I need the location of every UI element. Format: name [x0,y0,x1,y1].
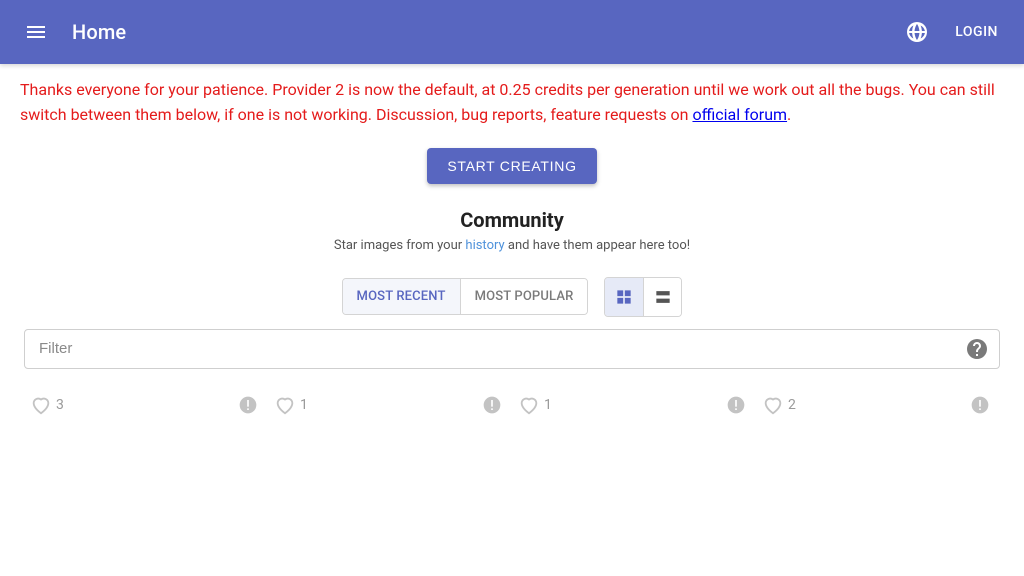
app-bar: Home LOGIN [0,0,1024,64]
sort-toggle-group: MOST RECENT MOST POPULAR [342,278,589,315]
sort-most-popular[interactable]: MOST POPULAR [460,279,588,314]
view-list-button[interactable] [643,278,681,316]
login-button[interactable]: LOGIN [945,16,1008,48]
announcement-link[interactable]: official forum [692,105,787,124]
heart-icon[interactable] [30,394,52,416]
report-icon[interactable] [482,395,502,415]
list-icon [653,287,673,307]
filter-input[interactable] [25,340,965,357]
report-icon[interactable] [970,395,990,415]
view-grid-button[interactable] [605,278,643,316]
community-card: 1 [512,385,756,425]
report-icon[interactable] [238,395,258,415]
community-card: 3 [24,385,268,425]
grid-icon [614,287,634,307]
community-cards-row: 3 1 1 2 [0,375,1024,425]
help-icon[interactable] [965,337,989,361]
community-heading: Community [0,208,1024,232]
start-creating-button[interactable]: START CREATING [427,148,596,184]
page-title: Home [72,20,126,44]
community-card: 1 [268,385,512,425]
announcement-text: Thanks everyone for your patience. Provi… [20,80,995,124]
report-icon[interactable] [726,395,746,415]
filter-field [24,329,1000,369]
like-count: 3 [56,397,64,413]
view-toggle-group [604,277,682,317]
like-count: 2 [788,397,796,413]
language-button[interactable] [897,12,937,52]
heart-icon[interactable] [274,394,296,416]
like-count: 1 [300,397,308,413]
heart-icon[interactable] [762,394,784,416]
heart-icon[interactable] [518,394,540,416]
globe-icon [905,20,929,44]
like-count: 1 [544,397,552,413]
hamburger-menu-button[interactable] [16,12,56,52]
announcement-banner: Thanks everyone for your patience. Provi… [0,64,1024,130]
community-subtitle: Star images from your history and have t… [0,238,1024,253]
community-card: 2 [756,385,1000,425]
history-link[interactable]: history [465,238,504,253]
hamburger-icon [24,20,48,44]
sort-most-recent[interactable]: MOST RECENT [343,279,460,314]
